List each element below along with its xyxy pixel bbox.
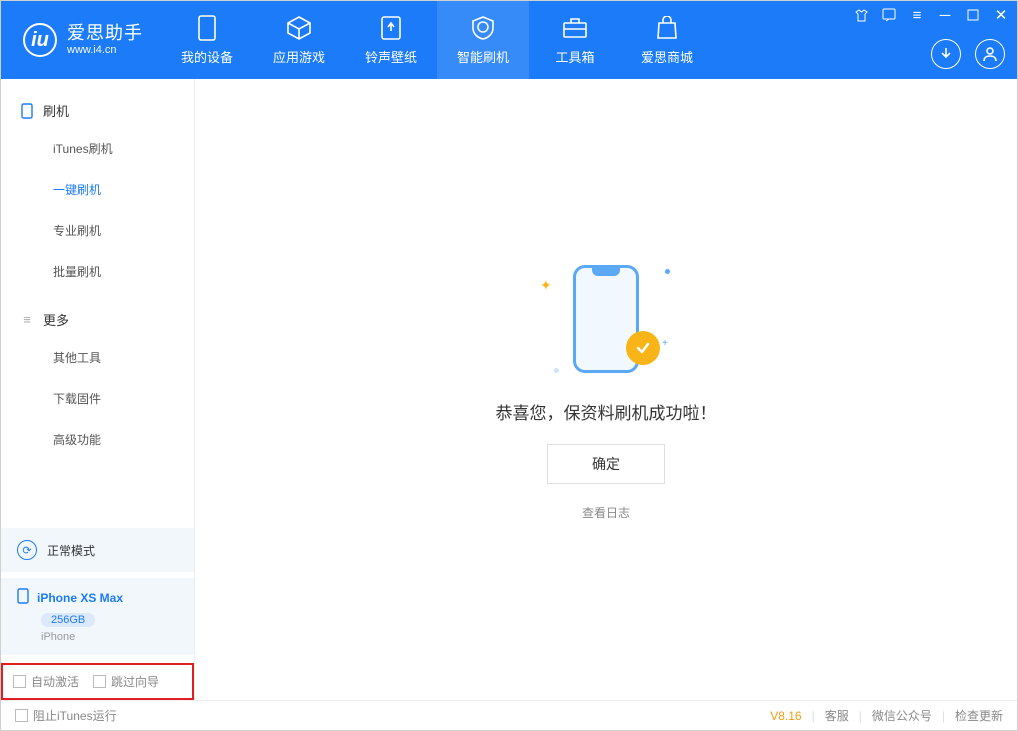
- tab-label: 工具箱: [555, 47, 594, 66]
- checkbox-label: 阻止iTunes运行: [33, 707, 117, 724]
- tab-label: 我的设备: [181, 47, 233, 66]
- sidebar-item-batch[interactable]: 批量刷机: [1, 251, 194, 292]
- checkbox-auto-activate[interactable]: 自动激活: [13, 673, 79, 690]
- mode-indicator[interactable]: ⟳ 正常模式: [1, 528, 194, 572]
- header-actions: [931, 39, 1005, 69]
- separator: |: [859, 709, 862, 723]
- phone-icon: [19, 103, 35, 119]
- tab-toolbox[interactable]: 工具箱: [529, 1, 621, 79]
- music-icon: [378, 15, 404, 41]
- nav-tabs: 我的设备 应用游戏 铃声壁纸 智能刷机 工具箱 爱思商城: [161, 1, 713, 79]
- tab-apps[interactable]: 应用游戏: [253, 1, 345, 79]
- logo-text: 爱思助手 www.i4.cn: [67, 24, 143, 56]
- device-type: iPhone: [41, 631, 178, 643]
- checkbox-icon: [93, 675, 106, 688]
- checkbox-skip-guide[interactable]: 跳过向导: [93, 673, 159, 690]
- flash-options: 自动激活 跳过向导: [1, 663, 194, 700]
- sidebar-item-other[interactable]: 其他工具: [1, 337, 194, 378]
- app-name-en: www.i4.cn: [67, 44, 143, 56]
- confirm-button[interactable]: 确定: [547, 444, 665, 484]
- toolbox-icon: [562, 15, 588, 41]
- device-name: iPhone XS Max: [37, 591, 123, 605]
- section-label: 更多: [43, 310, 69, 329]
- main-content: ✦ + 恭喜您，保资料刷机成功啦！ 确定 查看日志: [195, 79, 1017, 700]
- tab-ringtone[interactable]: 铃声壁纸: [345, 1, 437, 79]
- check-badge-icon: [626, 331, 660, 365]
- tab-label: 智能刷机: [457, 47, 509, 66]
- dot-icon: [665, 269, 670, 274]
- version-label: V8.16: [770, 709, 801, 723]
- sparkle-icon: ✦: [540, 277, 552, 294]
- shield-icon: [470, 15, 496, 41]
- tab-label: 爱思商城: [641, 47, 693, 66]
- success-illustration: ✦ +: [546, 259, 666, 379]
- success-message: 恭喜您，保资料刷机成功啦！: [496, 399, 717, 424]
- sidebar-item-oneclick[interactable]: 一键刷机: [1, 169, 194, 210]
- checkbox-label: 自动激活: [31, 673, 79, 690]
- sidebar-item-pro[interactable]: 专业刷机: [1, 210, 194, 251]
- menu-icon[interactable]: ≡: [909, 7, 925, 23]
- minimize-icon[interactable]: ─: [937, 7, 953, 23]
- close-icon[interactable]: ✕: [993, 7, 1009, 23]
- cube-icon: [286, 15, 312, 41]
- checkbox-block-itunes[interactable]: 阻止iTunes运行: [15, 707, 117, 724]
- view-log-link[interactable]: 查看日志: [582, 504, 630, 521]
- tab-label: 应用游戏: [273, 47, 325, 66]
- maximize-icon[interactable]: [965, 7, 981, 23]
- device-icon: [17, 588, 29, 607]
- header: iu 爱思助手 www.i4.cn 我的设备 应用游戏 铃声壁纸 智能刷机 工具…: [1, 1, 1017, 79]
- logo-icon: iu: [23, 23, 57, 57]
- device-panel[interactable]: iPhone XS Max 256GB iPhone: [1, 578, 194, 655]
- window-controls: ≡ ─ ✕: [853, 7, 1009, 23]
- dot-icon: [554, 368, 559, 373]
- tab-device[interactable]: 我的设备: [161, 1, 253, 79]
- feedback-icon[interactable]: [881, 7, 897, 23]
- sidebar-item-advanced[interactable]: 高级功能: [1, 419, 194, 460]
- sidebar: 刷机 iTunes刷机 一键刷机 专业刷机 批量刷机 ≡ 更多 其他工具 下载固…: [1, 79, 195, 700]
- checkbox-icon: [13, 675, 26, 688]
- list-icon: ≡: [19, 312, 35, 328]
- sidebar-section-flash: 刷机: [1, 93, 194, 128]
- logo[interactable]: iu 爱思助手 www.i4.cn: [1, 23, 161, 57]
- separator: |: [812, 709, 815, 723]
- footer: 阻止iTunes运行 V8.16 | 客服 | 微信公众号 | 检查更新: [1, 700, 1017, 730]
- support-link[interactable]: 客服: [825, 707, 849, 724]
- checkbox-icon: [15, 709, 28, 722]
- section-label: 刷机: [43, 101, 69, 120]
- wechat-link[interactable]: 微信公众号: [872, 707, 932, 724]
- separator: |: [942, 709, 945, 723]
- tab-label: 铃声壁纸: [365, 47, 417, 66]
- bag-icon: [654, 15, 680, 41]
- user-button[interactable]: [975, 39, 1005, 69]
- sidebar-item-firmware[interactable]: 下载固件: [1, 378, 194, 419]
- device-capacity: 256GB: [41, 613, 95, 627]
- app-name-cn: 爱思助手: [67, 24, 143, 44]
- sparkle-icon: +: [662, 338, 668, 349]
- checkbox-label: 跳过向导: [111, 673, 159, 690]
- tab-store[interactable]: 爱思商城: [621, 1, 713, 79]
- sidebar-section-more: ≡ 更多: [1, 302, 194, 337]
- tab-flash[interactable]: 智能刷机: [437, 1, 529, 79]
- mode-label: 正常模式: [47, 542, 95, 559]
- shirt-icon[interactable]: [853, 7, 869, 23]
- device-icon: [194, 15, 220, 41]
- mode-icon: ⟳: [17, 540, 37, 560]
- sidebar-item-itunes[interactable]: iTunes刷机: [1, 128, 194, 169]
- download-button[interactable]: [931, 39, 961, 69]
- update-link[interactable]: 检查更新: [955, 707, 1003, 724]
